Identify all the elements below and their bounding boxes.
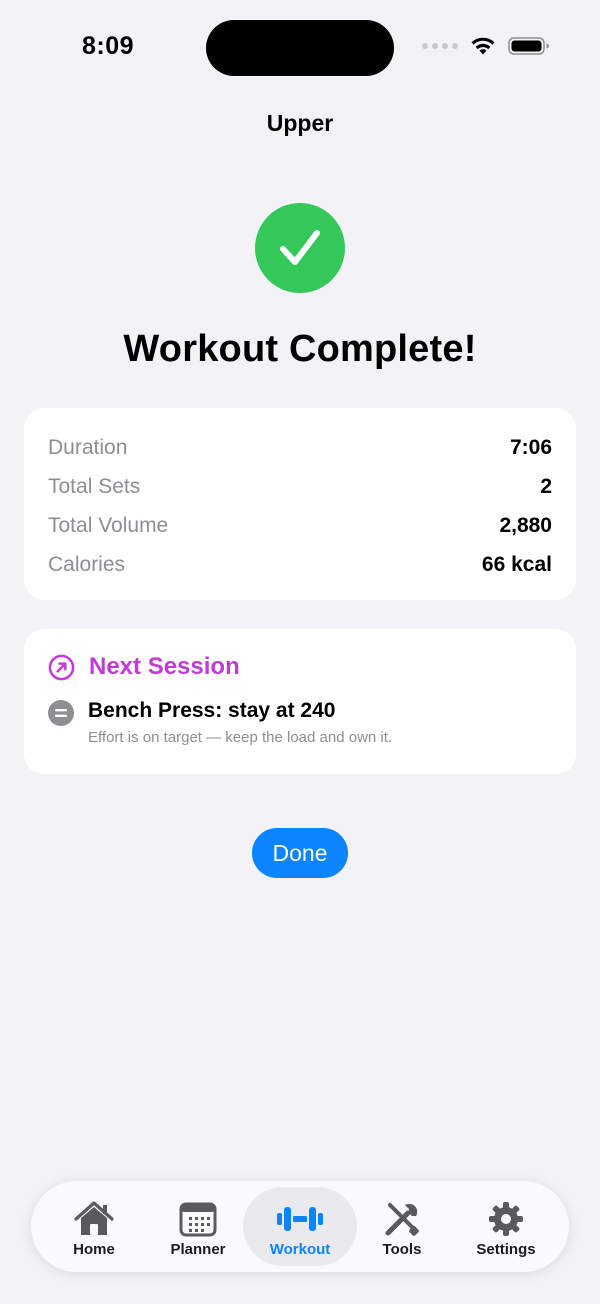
cellular-signal-icon <box>422 43 458 49</box>
tab-label: Planner <box>170 1241 226 1258</box>
next-session-item-title: Bench Press: stay at 240 <box>88 699 336 722</box>
tab-tools[interactable]: Tools <box>345 1187 459 1266</box>
stat-label: Total Sets <box>48 474 141 498</box>
status-icons <box>422 36 550 56</box>
stat-value: 2 <box>540 474 552 498</box>
done-button[interactable]: Done <box>252 828 348 878</box>
gear-icon <box>487 1199 525 1239</box>
house-icon <box>73 1199 115 1239</box>
checkmark-icon <box>255 203 345 293</box>
stat-row-total-sets: Total Sets 2 <box>48 467 552 506</box>
dynamic-island <box>206 20 394 76</box>
next-session-item: Bench Press: stay at 240 Effort is on ta… <box>48 699 552 746</box>
tab-bar: Home Planner Workout Tools Settings <box>31 1181 569 1272</box>
stat-row-calories: Calories 66 kcal <box>48 545 552 584</box>
minus-circle-icon <box>48 700 74 726</box>
stat-label: Total Volume <box>48 513 169 537</box>
tab-label: Settings <box>476 1241 536 1258</box>
stat-value: 2,880 <box>499 513 552 537</box>
stat-row-duration: Duration 7:06 <box>48 428 552 467</box>
tab-home[interactable]: Home <box>37 1187 151 1266</box>
arrow-up-right-circle-icon <box>48 654 75 680</box>
tab-workout[interactable]: Workout <box>243 1187 357 1266</box>
stat-row-total-volume: Total Volume 2,880 <box>48 506 552 545</box>
tab-label: Tools <box>382 1241 422 1258</box>
next-session-card: Next Session Bench Press: stay at 240 Ef… <box>24 629 576 774</box>
stat-value: 7:06 <box>509 435 552 459</box>
page-title: Workout Complete! <box>123 328 477 370</box>
battery-icon <box>508 37 549 55</box>
stat-label: Duration <box>48 435 128 459</box>
tab-planner[interactable]: Planner <box>141 1187 255 1266</box>
stat-value: 66 kcal <box>481 552 552 576</box>
status-bar: 8:09 <box>0 0 600 96</box>
nav-title: Upper <box>266 110 334 136</box>
next-session-title: Next Session <box>89 653 240 680</box>
next-session-header: Next Session <box>48 653 552 681</box>
status-time: 8:09 <box>82 32 135 60</box>
tab-label: Home <box>73 1241 115 1258</box>
tab-label: Workout <box>269 1241 331 1258</box>
calendar-icon <box>179 1199 217 1239</box>
wifi-icon <box>471 37 495 55</box>
next-session-item-text: Bench Press: stay at 240 Effort is on ta… <box>88 699 392 746</box>
tab-settings[interactable]: Settings <box>449 1187 563 1266</box>
wrench-screwdriver-icon <box>382 1199 422 1239</box>
stat-label: Calories <box>48 552 126 576</box>
next-session-item-subtitle: Effort is on target — keep the load and … <box>88 729 393 746</box>
workout-stats-card: Duration 7:06 Total Sets 2 Total Volume … <box>24 408 576 600</box>
dumbbell-icon <box>276 1199 324 1239</box>
